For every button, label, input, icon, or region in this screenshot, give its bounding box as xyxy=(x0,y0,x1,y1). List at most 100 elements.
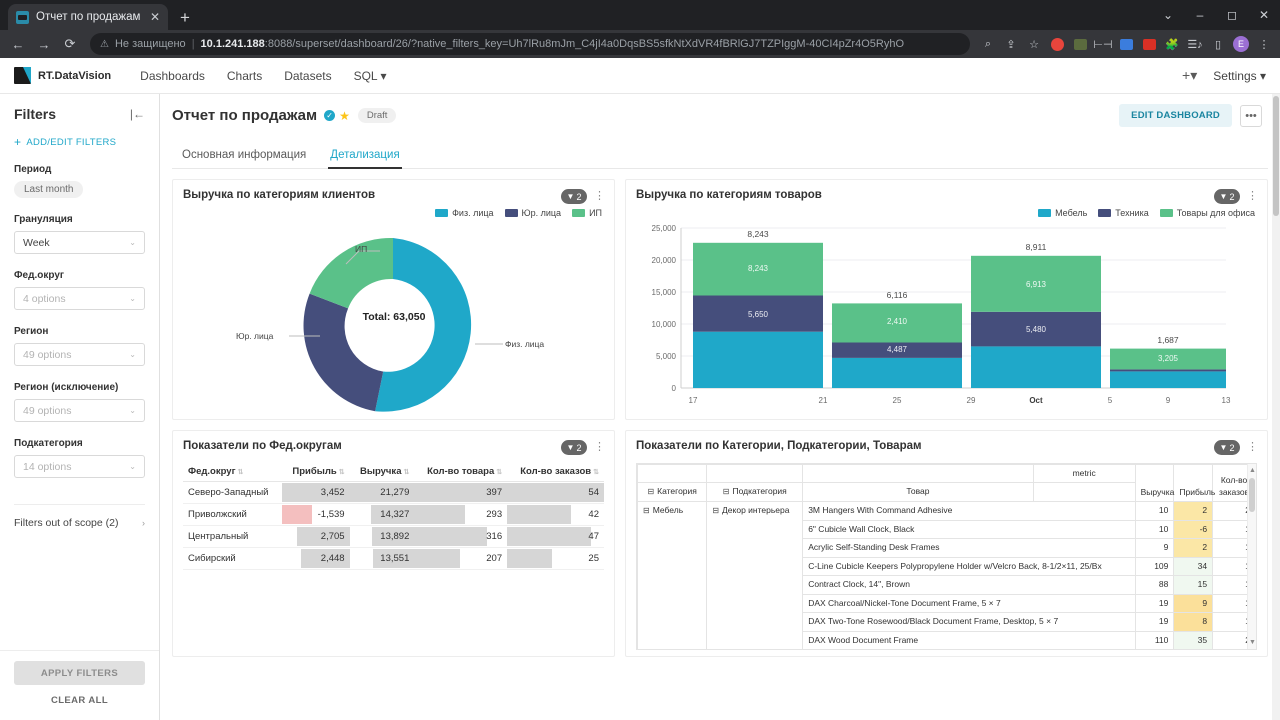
browser-tab[interactable]: Отчет по продажам ✕ xyxy=(8,4,168,30)
avatar[interactable]: E xyxy=(1231,34,1251,54)
legend-item[interactable]: Товары для офиса xyxy=(1159,208,1255,218)
extension-image-icon[interactable] xyxy=(1070,34,1090,54)
nav-sql[interactable]: SQL ▾ xyxy=(343,58,398,94)
legend-item[interactable]: Физ. лица xyxy=(435,208,494,218)
share-icon[interactable]: ⇪ xyxy=(1001,34,1021,54)
pivot-col-category[interactable]: ⊟ Категория xyxy=(637,482,708,503)
maximize-button[interactable]: ◻ xyxy=(1216,0,1248,30)
pivot-col-profit[interactable]: Прибыль xyxy=(1173,464,1215,503)
legend-item[interactable]: Юр. лица xyxy=(504,208,561,218)
extension-ruler-icon[interactable]: ⊢⊣ xyxy=(1093,34,1113,54)
dashboard-scrollbar[interactable] xyxy=(1272,94,1280,720)
table-row[interactable]: Сибирский 2,448 13,551 207 25 xyxy=(183,547,604,570)
dashboard-more-button[interactable]: ••• xyxy=(1240,104,1262,127)
new-tab-button[interactable]: + xyxy=(180,9,190,26)
bar-chart[interactable]: 25,000 20,000 15,000 10,000 5,000 0 8,24… xyxy=(636,218,1257,413)
donut-slice-ip[interactable] xyxy=(309,237,393,309)
applied-filters-badge[interactable]: ▼ 2 xyxy=(561,189,587,204)
applied-filters-badge[interactable]: ▼ 2 xyxy=(1214,440,1240,455)
bar-segment-tehnika[interactable] xyxy=(1110,369,1226,372)
pivot-cell-subcategory[interactable]: ⊟ Декор интерьера xyxy=(706,501,804,649)
new-item-button[interactable]: +▾ xyxy=(1182,67,1197,84)
pivot-row[interactable]: ⊟ Мебель ⊟ Декор интерьера 3M Hangers With… xyxy=(637,501,1256,649)
pivot-cell-category[interactable]: ⊟ Мебель xyxy=(637,501,708,649)
clear-all-button[interactable]: CLEAR ALL xyxy=(14,695,145,706)
add-edit-filters-button[interactable]: + ADD/EDIT FILTERS xyxy=(14,136,145,148)
collapse-filters-icon[interactable]: |← xyxy=(130,107,145,121)
extensions-puzzle-icon[interactable]: 🧩 xyxy=(1162,34,1182,54)
dashboard-scroll-thumb[interactable] xyxy=(1273,96,1279,216)
collapse-icon[interactable]: ⊟ xyxy=(712,506,719,515)
table-row[interactable]: Северо-Западный 3,452 21,279 397 54 xyxy=(183,481,604,504)
chart-menu-icon[interactable]: ⋮ xyxy=(1247,191,1258,202)
reading-list-icon[interactable]: ☰♪ xyxy=(1185,34,1205,54)
address-bar[interactable]: ⚠ Не защищено | 10.1.241.188:8088/supers… xyxy=(90,33,970,55)
ytick-label: 25,000 xyxy=(652,224,677,233)
scroll-down-icon[interactable]: ▼ xyxy=(1249,639,1256,646)
nav-charts[interactable]: Charts xyxy=(216,58,273,94)
pivot-col-subcategory[interactable]: ⊟ Подкатегория xyxy=(706,482,804,503)
bar-segment-mebel[interactable] xyxy=(832,357,962,388)
col-fedokrug[interactable]: Фед.округ ⇅ xyxy=(183,462,282,482)
applied-filters-badge[interactable]: ▼ 2 xyxy=(561,440,587,455)
close-tab-icon[interactable]: ✕ xyxy=(150,11,160,23)
tab-detalizaciya[interactable]: Детализация xyxy=(328,141,403,169)
filter-select-region-exclude[interactable]: 49 options ⌄ xyxy=(14,399,145,422)
applied-filters-badge[interactable]: ▼ 2 xyxy=(1214,189,1240,204)
filter-select-granularity[interactable]: Week ⌄ xyxy=(14,231,145,254)
chevron-down-icon[interactable]: ⌄ xyxy=(1152,0,1184,30)
forward-icon[interactable]: → xyxy=(32,32,56,56)
bar-segment-mebel[interactable] xyxy=(1110,371,1226,388)
col-items[interactable]: Кол-во товара ⇅ xyxy=(414,462,508,482)
col-orders[interactable]: Кол-во заказов ⇅ xyxy=(507,462,604,482)
bookmark-star-icon[interactable]: ☆ xyxy=(1024,34,1044,54)
table-row[interactable]: Центральный 2,705 13,892 316 47 xyxy=(183,525,604,548)
table-row[interactable]: Приволжский -1,539 14,327 293 42 xyxy=(183,503,604,526)
filter-select-region[interactable]: 49 options ⌄ xyxy=(14,343,145,366)
search-icon[interactable]: ⌕ xyxy=(978,34,998,54)
browser-menu-icon[interactable]: ⋮ xyxy=(1254,34,1274,54)
donut-chart[interactable]: ИП Юр. лица Физ. лица Total: 63,050 xyxy=(183,218,604,413)
ytick-label: 0 xyxy=(672,384,677,393)
bar-segment-mebel[interactable] xyxy=(693,331,823,388)
filter-value-period[interactable]: Last month xyxy=(14,181,84,198)
col-profit[interactable]: Прибыль ⇅ xyxy=(281,462,350,482)
settings-menu[interactable]: Settings ▾ xyxy=(1213,69,1266,83)
chart-menu-icon[interactable]: ⋮ xyxy=(594,442,605,453)
col-revenue[interactable]: Выручка ⇅ xyxy=(349,462,415,482)
legend-item[interactable]: Техника xyxy=(1098,208,1149,218)
collapse-icon[interactable]: ⊟ xyxy=(643,506,650,515)
filters-out-of-scope[interactable]: Filters out of scope (2) › xyxy=(14,504,145,529)
extension-red-icon[interactable] xyxy=(1047,34,1067,54)
extension-red2-icon[interactable] xyxy=(1139,34,1159,54)
collapse-icon[interactable]: ⊟ xyxy=(647,487,654,496)
apply-filters-button[interactable]: APPLY FILTERS xyxy=(14,661,145,685)
tab-osnovnaya-informaciya[interactable]: Основная информация xyxy=(180,141,308,168)
side-panel-icon[interactable]: ▯ xyxy=(1208,34,1228,54)
scroll-up-icon[interactable]: ▲ xyxy=(1249,467,1256,474)
nav-dashboards[interactable]: Dashboards xyxy=(129,58,216,94)
pivot-table-container[interactable]: metric Выручка Прибыль Кол-во заказов ⊟ К… xyxy=(636,463,1257,650)
filter-select-subcategory[interactable]: 14 options ⌄ xyxy=(14,455,145,478)
extension-blue-icon[interactable] xyxy=(1116,34,1136,54)
pivot-scrollbar[interactable]: ▲ ▼ xyxy=(1247,464,1256,649)
chart-menu-icon[interactable]: ⋮ xyxy=(594,191,605,202)
bar-segment-mebel[interactable] xyxy=(971,346,1101,388)
pivot-col-product[interactable]: Товар xyxy=(802,482,1034,503)
legend-item[interactable]: Мебель xyxy=(1038,208,1087,218)
back-icon[interactable]: ← xyxy=(6,32,30,56)
edit-dashboard-button[interactable]: EDIT DASHBOARD xyxy=(1119,104,1232,127)
pivot-scroll-thumb[interactable] xyxy=(1249,478,1255,512)
cell-profit: 2,448 xyxy=(281,547,350,570)
minimize-button[interactable]: – xyxy=(1184,0,1216,30)
legend-item[interactable]: ИП xyxy=(572,208,602,218)
nav-datasets[interactable]: Datasets xyxy=(273,58,342,94)
close-window-button[interactable]: ✕ xyxy=(1248,0,1280,30)
pivot-col-revenue[interactable]: Выручка xyxy=(1134,464,1175,503)
collapse-icon[interactable]: ⊟ xyxy=(723,487,730,496)
reload-icon[interactable]: ⟳ xyxy=(58,32,82,56)
brand-logo[interactable]: RT.DataVision xyxy=(14,67,111,84)
chart-menu-icon[interactable]: ⋮ xyxy=(1247,442,1258,453)
filter-select-fedokrug[interactable]: 4 options ⌄ xyxy=(14,287,145,310)
favorite-star-icon[interactable]: ★ xyxy=(339,109,350,123)
